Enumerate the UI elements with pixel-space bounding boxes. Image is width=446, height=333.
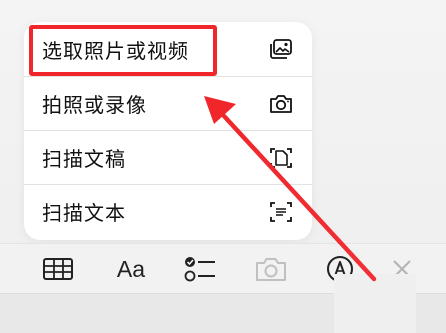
scan-document-icon: [270, 147, 292, 168]
text-format-button[interactable]: Aa: [112, 252, 150, 286]
photo-library-icon: [270, 39, 292, 59]
menu-item-take-photo-video[interactable]: 拍照或录像: [24, 76, 312, 130]
checklist-icon: [184, 257, 215, 282]
camera-icon: [256, 258, 286, 281]
notes-screen: 选取照片或视频 拍照或录像 扫描文稿 扫描文本 Aa: [0, 0, 446, 333]
menu-item-scan-documents[interactable]: 扫描文稿: [24, 130, 312, 184]
menu-item-choose-photo-video[interactable]: 选取照片或视频: [24, 22, 312, 76]
text-format-icon: Aa: [116, 255, 146, 282]
menu-item-label: 扫描文本: [42, 201, 126, 225]
table-button[interactable]: [41, 252, 75, 286]
camera-button[interactable]: [254, 252, 288, 286]
checklist-button[interactable]: [183, 252, 217, 286]
menu-item-label: 扫描文稿: [42, 147, 126, 171]
bottom-patch: [334, 274, 416, 333]
menu-item-label: 选取照片或视频: [42, 38, 189, 63]
scan-text-icon: [270, 201, 292, 222]
menu-item-scan-text[interactable]: 扫描文本: [24, 184, 312, 238]
attachment-menu: 选取照片或视频 拍照或录像 扫描文稿 扫描文本: [24, 22, 312, 240]
camera-icon: [270, 94, 292, 113]
menu-item-label: 拍照或录像: [42, 93, 147, 117]
table-icon: [43, 258, 73, 280]
